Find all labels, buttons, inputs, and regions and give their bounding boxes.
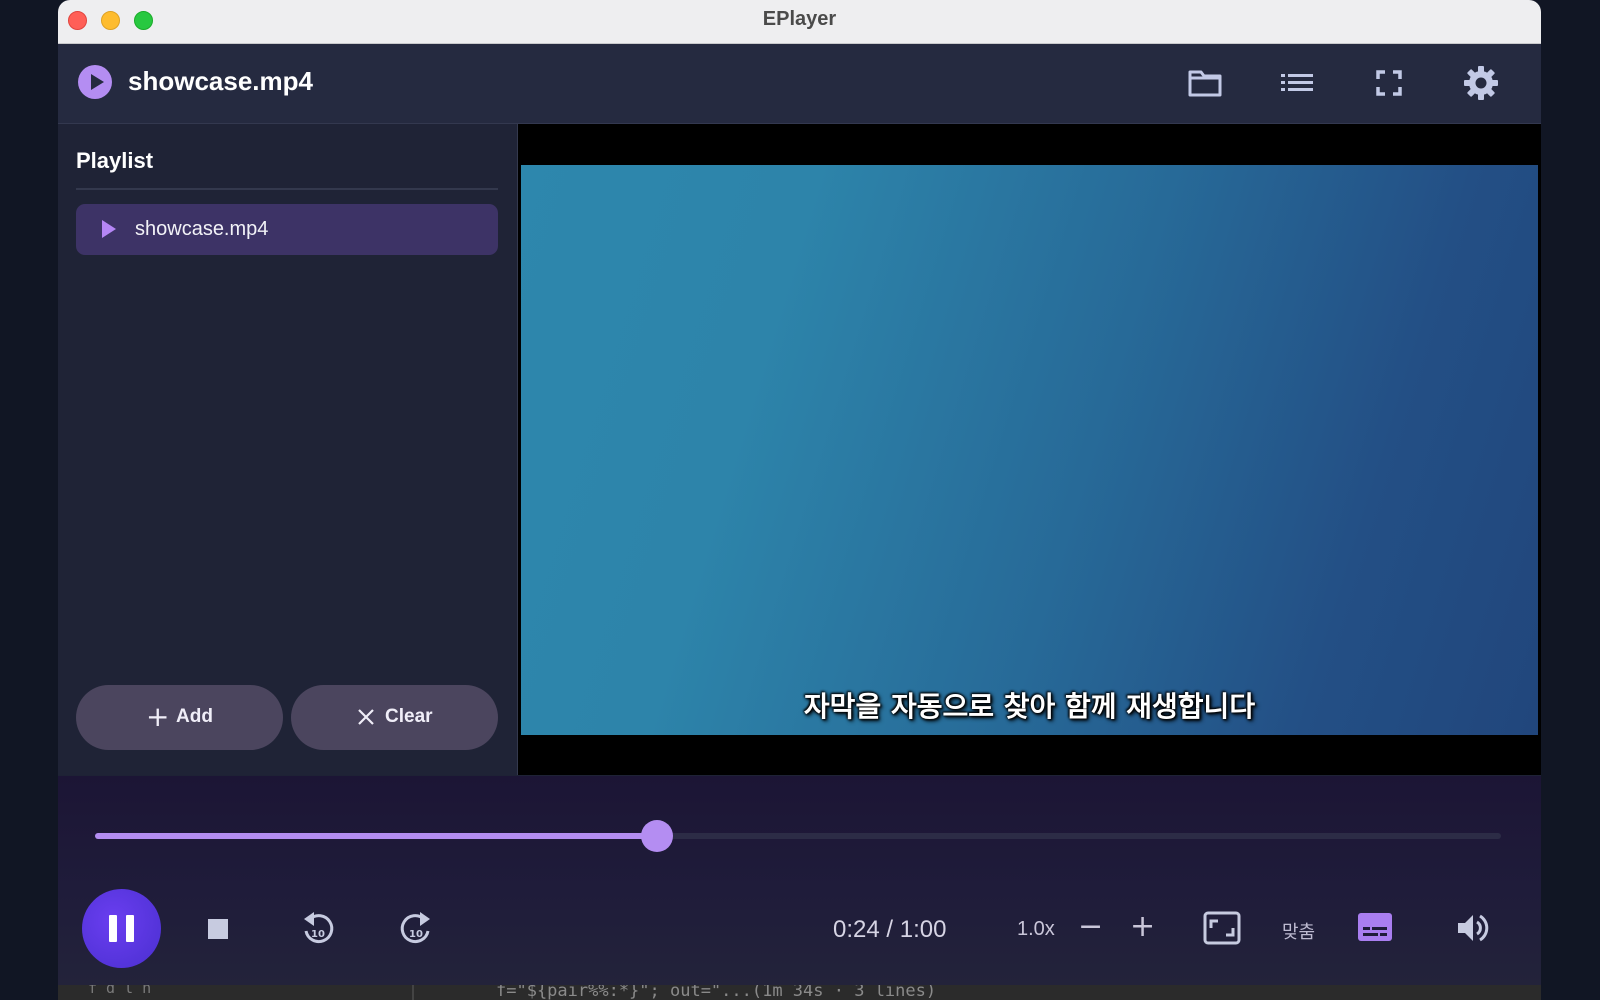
plus-icon: + bbox=[146, 700, 170, 733]
stop-icon[interactable] bbox=[206, 917, 230, 941]
close-icon bbox=[358, 709, 374, 725]
title-bar: EPlayer bbox=[58, 0, 1541, 44]
open-folder-button[interactable] bbox=[1185, 63, 1225, 103]
playlist-panel: Playlist showcase.mp4 + Add Clear bbox=[58, 124, 518, 775]
playlist-toggle-button[interactable] bbox=[1277, 63, 1317, 103]
add-button[interactable]: + Add bbox=[76, 685, 283, 750]
background-terminal-left-text: f d l h bbox=[88, 985, 152, 997]
window-title: EPlayer bbox=[762, 8, 837, 30]
speed-increase-button[interactable]: + bbox=[1130, 909, 1155, 944]
seek-bar-progress bbox=[95, 833, 658, 839]
current-file-title: showcase.mp4 bbox=[128, 66, 313, 96]
terminal-separator bbox=[412, 985, 414, 1000]
aspect-ratio-icon[interactable] bbox=[1203, 911, 1241, 945]
video-frame[interactable]: 자막을 자동으로 찾아 함께 재생합니다 bbox=[521, 165, 1538, 735]
clear-button[interactable]: Clear bbox=[291, 685, 498, 750]
fit-mode-label[interactable]: 맞춤 bbox=[1282, 918, 1315, 944]
play-indicator-icon bbox=[102, 220, 116, 238]
control-bar: 10 10 0:24 / 1:00 1.0x − + 맞춤 bbox=[58, 776, 1541, 985]
time-display: 0:24 / 1:00 bbox=[833, 916, 947, 943]
folder-icon bbox=[1188, 70, 1222, 97]
speed-decrease-button[interactable]: − bbox=[1078, 909, 1103, 944]
playlist-item-label: showcase.mp4 bbox=[135, 218, 269, 240]
playback-speed: 1.0x bbox=[1017, 918, 1055, 940]
pause-button[interactable] bbox=[82, 889, 161, 968]
add-button-label: Add bbox=[176, 706, 213, 727]
settings-button[interactable] bbox=[1461, 63, 1501, 103]
background-terminal-text: f="${pair%%:*}"; out="...(1m 34s · 3 lin… bbox=[496, 985, 937, 1000]
fullscreen-button[interactable] bbox=[1369, 63, 1409, 103]
playlist-divider bbox=[76, 188, 498, 190]
rewind-10-icon[interactable]: 10 bbox=[300, 909, 336, 949]
app-window: EPlayer showcase.mp4 Playlist showcase.m… bbox=[58, 0, 1541, 985]
app-header: showcase.mp4 bbox=[58, 44, 1541, 124]
fullscreen-icon bbox=[1376, 70, 1402, 96]
playlist-item[interactable]: showcase.mp4 bbox=[76, 204, 498, 255]
svg-text:10: 10 bbox=[311, 929, 325, 940]
subtitle-text: 자막을 자동으로 찾아 함께 재생합니다 bbox=[803, 690, 1256, 723]
subtitles-icon[interactable] bbox=[1357, 912, 1393, 942]
seek-bar-thumb[interactable] bbox=[641, 820, 674, 852]
seek-bar[interactable] bbox=[95, 820, 1501, 852]
gear-icon bbox=[1464, 66, 1498, 100]
clear-button-label: Clear bbox=[385, 706, 433, 727]
list-icon bbox=[1281, 74, 1313, 91]
background-terminal: f d l h f="${pair%%:*}"; out="...(1m 34s… bbox=[58, 985, 1541, 1000]
svg-text:10: 10 bbox=[409, 929, 423, 940]
forward-10-icon[interactable]: 10 bbox=[398, 909, 434, 949]
video-area[interactable]: 자막을 자동으로 찾아 함께 재생합니다 bbox=[518, 124, 1541, 775]
app-play-icon bbox=[78, 65, 112, 99]
playlist-title: Playlist bbox=[76, 148, 154, 173]
volume-icon[interactable] bbox=[1455, 911, 1491, 945]
